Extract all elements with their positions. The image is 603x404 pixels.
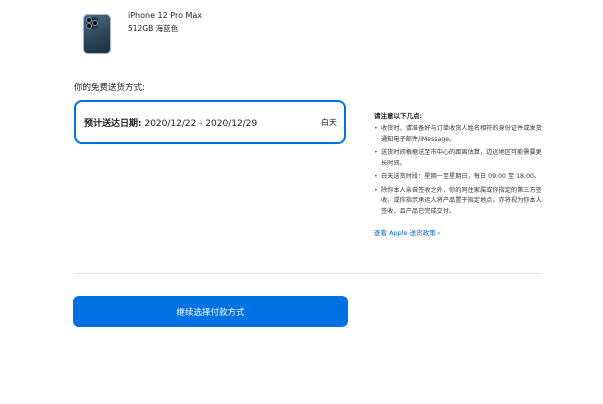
delivery-method-heading: 你的免费送货方式: <box>74 83 145 93</box>
product-name: iPhone 12 Pro Max <box>128 11 203 20</box>
continue-to-payment-button[interactable]: 继续选择付款方式 <box>73 296 348 327</box>
product-summary: iPhone 12 Pro Max 512GB 海蓝色 <box>83 11 503 55</box>
notes-title: 请注意以下几点: <box>374 112 423 120</box>
delivery-notes: 请注意以下几点: 收货时，请准备好与订单收货人姓名相符的身份证件或发货通知电子邮… <box>374 110 544 239</box>
delivery-policy-link[interactable]: 查看 Apple 送货政策 › <box>374 227 440 237</box>
notes-item: 收货时，请准备好与订单收货人姓名相符的身份证件或发货通知电子邮件/iMessag… <box>374 124 544 145</box>
notes-item: 送货时间根据送至市中心的距离估算，边远地区可能需要更长时间。 <box>374 148 544 169</box>
delivery-time-slot: 白天 <box>321 118 337 127</box>
divider <box>74 273 542 274</box>
product-image <box>83 14 111 54</box>
product-spec: 512GB 海蓝色 <box>128 24 179 33</box>
delivery-date-label: 预计送达日期: <box>84 119 142 129</box>
notes-item: 除你本人亲自签收之外，你的同住家属或你指定的第三方签收，或你指示承运人将产品置于… <box>374 186 544 218</box>
estimated-delivery-date: 预计送达日期: 2020/12/22 - 2020/12/29 <box>84 116 257 129</box>
delivery-date-range: 2020/12/22 - 2020/12/29 <box>144 119 258 129</box>
delivery-option-selected[interactable]: 预计送达日期: 2020/12/22 - 2020/12/29 白天 <box>74 100 346 144</box>
camera-module-icon <box>86 17 98 29</box>
notes-list: 收货时，请准备好与订单收货人姓名相符的身份证件或发货通知电子邮件/iMessag… <box>374 124 544 217</box>
notes-item: 白天送货时段：星期一至星期日，每日 09:00 至 18:00。 <box>374 172 544 183</box>
